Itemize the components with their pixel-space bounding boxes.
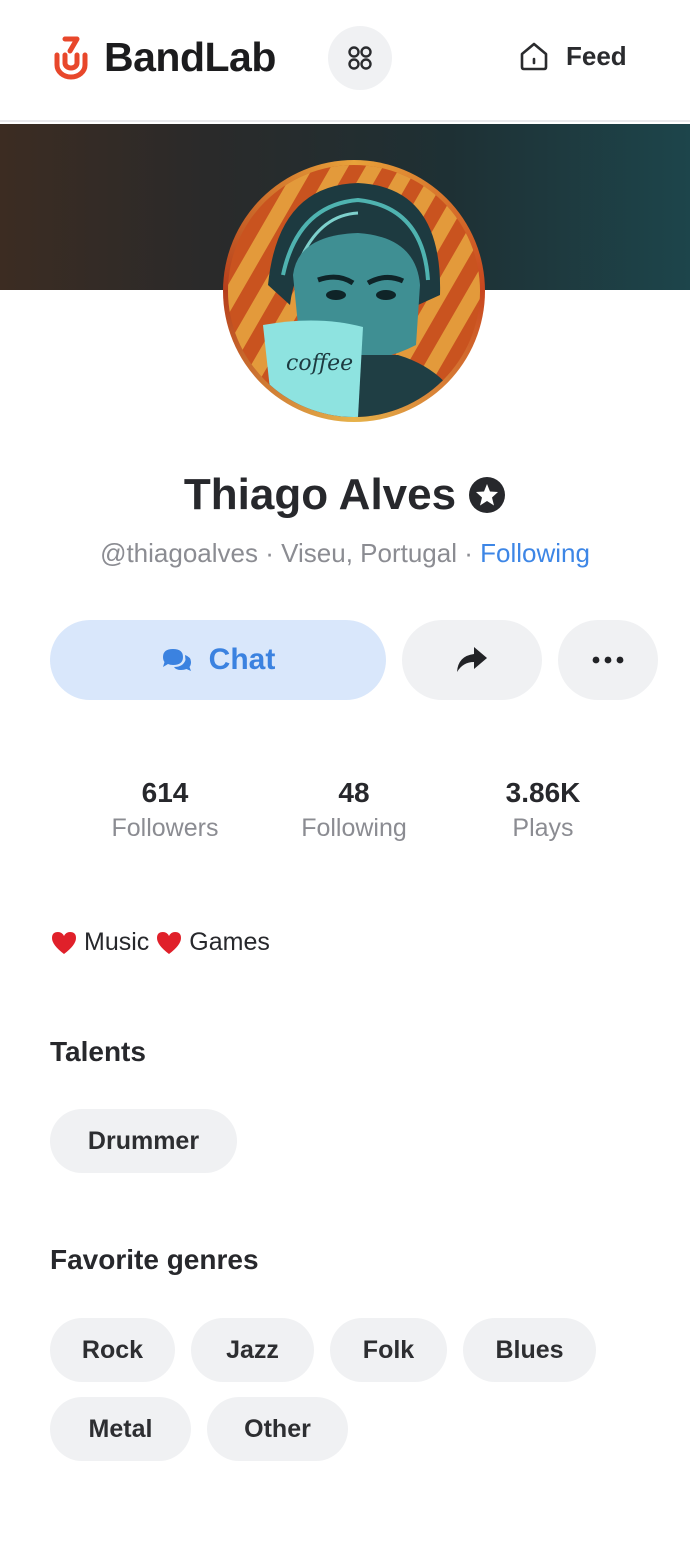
more-dots-icon (592, 656, 624, 664)
genre-chip[interactable]: Jazz (191, 1318, 314, 1382)
apps-grid-icon (348, 46, 372, 70)
talent-chip[interactable]: Drummer (50, 1109, 237, 1173)
separator-dot: · (464, 538, 481, 568)
stat-value: 614 (141, 777, 189, 808)
bandlab-logo[interactable]: BandLab (48, 34, 276, 81)
avatar-portrait: coffee (228, 165, 480, 417)
stat-followers[interactable]: 614 Followers (70, 774, 260, 843)
profile-name-row: Thiago Alves (0, 470, 690, 520)
genre-chip[interactable]: Blues (463, 1318, 596, 1382)
profile-handle: @thiagoalves (100, 538, 258, 568)
stat-plays: 3.86K Plays (448, 774, 638, 843)
chat-bubbles-icon (162, 649, 191, 671)
star-badge-icon (469, 477, 506, 513)
stat-value: 48 (338, 777, 370, 808)
profile-avatar[interactable]: coffee (223, 160, 485, 422)
talents-title: Talents (50, 1036, 146, 1067)
profile-location: Viseu, Portugal (281, 538, 457, 568)
chat-label: Chat (208, 643, 276, 676)
share-arrow-icon (457, 647, 487, 672)
profile-meta: @thiagoalves · Viseu, Portugal · Followi… (0, 538, 690, 569)
stat-label: Followers (111, 814, 219, 842)
apps-menu-button[interactable] (328, 26, 392, 90)
feed-label: Feed (566, 40, 627, 71)
feed-link[interactable]: Feed (518, 40, 627, 72)
bandlab-logo-icon (54, 36, 88, 79)
stat-label: Plays (512, 814, 574, 842)
follow-status-link[interactable]: Following (480, 538, 590, 568)
stat-label: Following (301, 814, 407, 842)
bio-word: Games (189, 928, 270, 956)
more-options-button[interactable] (558, 620, 658, 700)
bio-word: Music (84, 928, 150, 956)
home-icon (520, 42, 548, 71)
top-header: BandLab Feed (0, 0, 690, 122)
genre-chip[interactable]: Metal (50, 1397, 191, 1461)
red-heart-icon (52, 931, 76, 954)
logo-text: BandLab (104, 34, 276, 80)
genre-chip[interactable]: Other (207, 1397, 348, 1461)
profile-bio: Music Games (50, 928, 270, 957)
separator-dot: · (265, 538, 282, 568)
genre-chip[interactable]: Rock (50, 1318, 175, 1382)
genre-chip[interactable]: Folk (330, 1318, 447, 1382)
genres-title: Favorite genres (50, 1244, 259, 1275)
stat-following[interactable]: 48 Following (259, 774, 449, 843)
stat-value: 3.86K (505, 777, 581, 808)
avatar-image: coffee (228, 165, 480, 417)
chat-button[interactable]: Chat (50, 620, 386, 700)
svg-text:coffee: coffee (286, 351, 353, 376)
profile-name: Thiago Alves (183, 470, 457, 519)
red-heart-icon (157, 931, 182, 954)
share-button[interactable] (402, 620, 542, 700)
